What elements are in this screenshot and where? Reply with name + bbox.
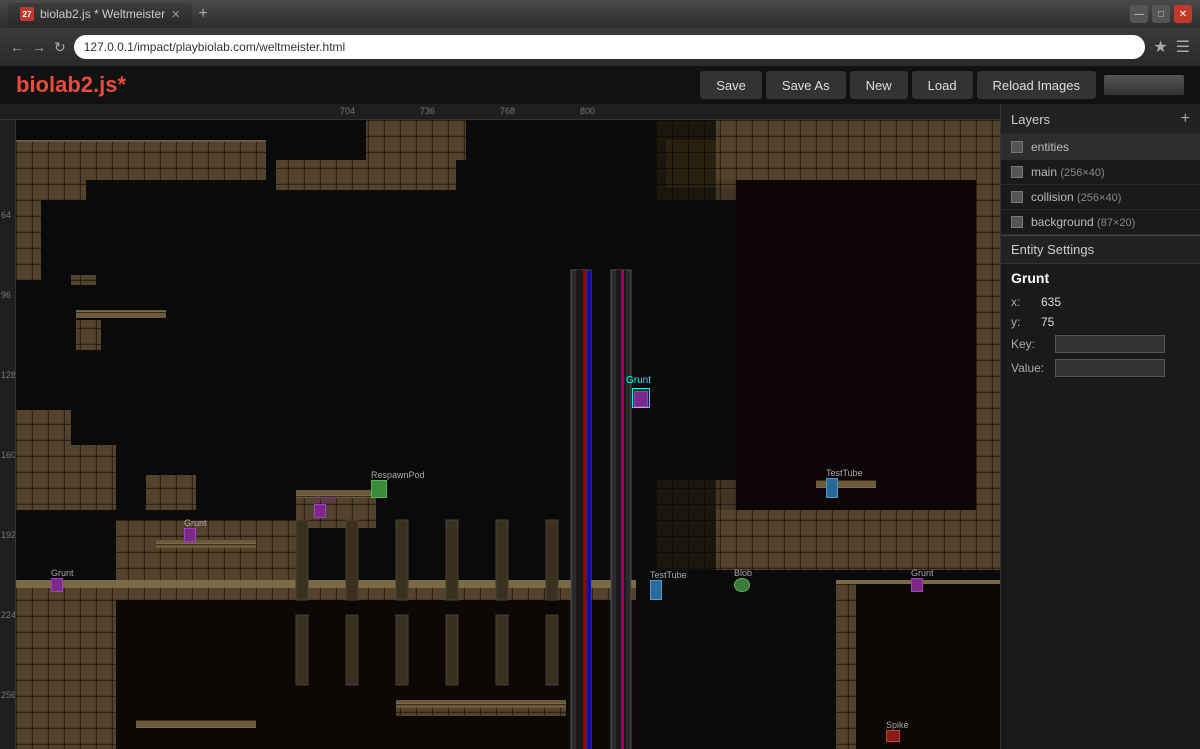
ruler-vtick-256: 256 [1,690,16,700]
key-label: Key: [1011,337,1051,351]
ruler-tick-800: 800 [580,106,595,116]
horizontal-ruler: 704 736 768 800 [0,104,1000,120]
layer-checkbox-entities[interactable] [1011,141,1023,153]
entity-blob[interactable]: Blob [734,568,752,592]
ruler-tick-768: 768 [500,106,515,116]
add-layer-button[interactable]: + [1181,110,1190,128]
menu-button[interactable]: ☰ [1176,37,1190,57]
ruler-tick-704: 704 [340,106,355,116]
forward-button[interactable]: → [32,39,46,55]
layer-checkbox-collision[interactable] [1011,191,1023,203]
main-area: 704 736 768 800 64 96 128 160 192 224 25… [0,104,1200,749]
entity-settings-header: Entity Settings [1001,235,1200,264]
tab-favicon: 27 [20,7,34,21]
ruler-tick-736: 736 [420,106,435,116]
window-controls: — □ ✕ [1130,5,1192,23]
vertical-ruler: 64 96 128 160 192 224 256 288 [0,120,16,749]
value-input[interactable] [1055,359,1165,377]
address-bar[interactable]: 127.0.0.1/impact/playbiolab.com/weltmeis… [74,35,1146,59]
new-tab-button[interactable]: + [198,5,207,23]
ruler-vtick-96: 96 [1,290,11,300]
right-panel: Layers + entities main (256×40) collisio… [1000,104,1200,749]
minimize-button[interactable]: — [1130,5,1148,23]
entity-respawnpod-1[interactable]: RespawnPod [371,470,425,498]
layers-title: Layers [1011,112,1050,127]
layers-header: Layers + [1001,104,1200,135]
entity-x-prop: x: 635 [1001,292,1200,312]
entity-label-grunt-selected: Grunt [626,375,651,386]
layer-item-collision[interactable]: collision (256×40) [1001,185,1200,210]
layer-checkbox-main[interactable] [1011,166,1023,178]
entity-testtube-2[interactable]: TestTube [650,570,687,600]
close-button[interactable]: ✕ [1174,5,1192,23]
entity-grunt-2[interactable]: Grunt [184,518,207,542]
save-button[interactable]: Save [700,71,762,99]
tab-close-button[interactable]: ✕ [171,8,180,21]
app-title: biolab2.js* [16,72,126,98]
entity-x-value: 635 [1041,295,1061,309]
entity-grunt-4[interactable]: Grunt [911,568,934,592]
entity-x-label: x: [1011,295,1041,309]
layer-name-main: main (256×40) [1031,165,1105,179]
value-label: Value: [1011,361,1051,375]
entity-value-field: Value: [1001,356,1200,380]
entity-grunt-1[interactable]: Grunt [314,494,337,518]
entity-spike[interactable]: Spike [886,720,909,742]
load-button[interactable]: Load [912,71,973,99]
canvas-area[interactable]: 704 736 768 800 64 96 128 160 192 224 25… [0,104,1000,749]
browser-addressbar: ← → ↻ 127.0.0.1/impact/playbiolab.com/we… [0,28,1200,66]
entity-y-prop: y: 75 [1001,312,1200,332]
browser-tab[interactable]: 27 biolab2.js * Weltmeister ✕ [8,3,192,25]
new-button[interactable]: New [850,71,908,99]
url-text: 127.0.0.1/impact/playbiolab.com/weltmeis… [84,40,345,54]
ruler-vtick-224: 224 [1,610,16,620]
back-button[interactable]: ← [10,39,24,55]
maximize-button[interactable]: □ [1152,5,1170,23]
layer-item-entities[interactable]: entities [1001,135,1200,160]
key-input[interactable] [1055,335,1165,353]
bookmark-button[interactable]: ★ [1153,37,1167,57]
entity-settings-title: Entity Settings [1011,242,1094,257]
ruler-vtick-64: 64 [1,210,11,220]
title-asterisk: * [117,72,126,97]
app-toolbar: biolab2.js* Save Save As New Load Reload… [0,66,1200,104]
entity-y-value: 75 [1041,315,1054,329]
entity-grunt-3[interactable]: Grunt [51,568,74,592]
reload-images-button[interactable]: Reload Images [977,71,1096,99]
browser-titlebar: 27 biolab2.js * Weltmeister ✕ + — □ ✕ [0,0,1200,28]
entity-testtube-1[interactable]: TestTube [826,468,863,498]
layer-item-background[interactable]: background (87×20) [1001,210,1200,235]
save-as-button[interactable]: Save As [766,71,846,99]
layer-name-collision: collision (256×40) [1031,190,1121,204]
tab-title: biolab2.js * Weltmeister [40,7,165,21]
ruler-vtick-128: 128 [1,370,16,380]
entity-y-label: y: [1011,315,1041,329]
layer-item-main[interactable]: main (256×40) [1001,160,1200,185]
reload-button[interactable]: ↻ [54,39,66,56]
ruler-vtick-192: 192 [1,530,16,540]
grunt-sprite-selected [634,391,648,407]
layer-name-background: background (87×20) [1031,215,1135,229]
entity-key-field: Key: [1001,332,1200,356]
selected-entity-name: Grunt [1001,264,1200,292]
scroll-indicator [1104,75,1184,95]
game-scene[interactable]: Grunt Grunt Grunt Grunt Grunt [16,120,1000,749]
layer-checkbox-background[interactable] [1011,216,1023,228]
layer-name-entities: entities [1031,140,1069,154]
ruler-vtick-160: 160 [1,450,16,460]
